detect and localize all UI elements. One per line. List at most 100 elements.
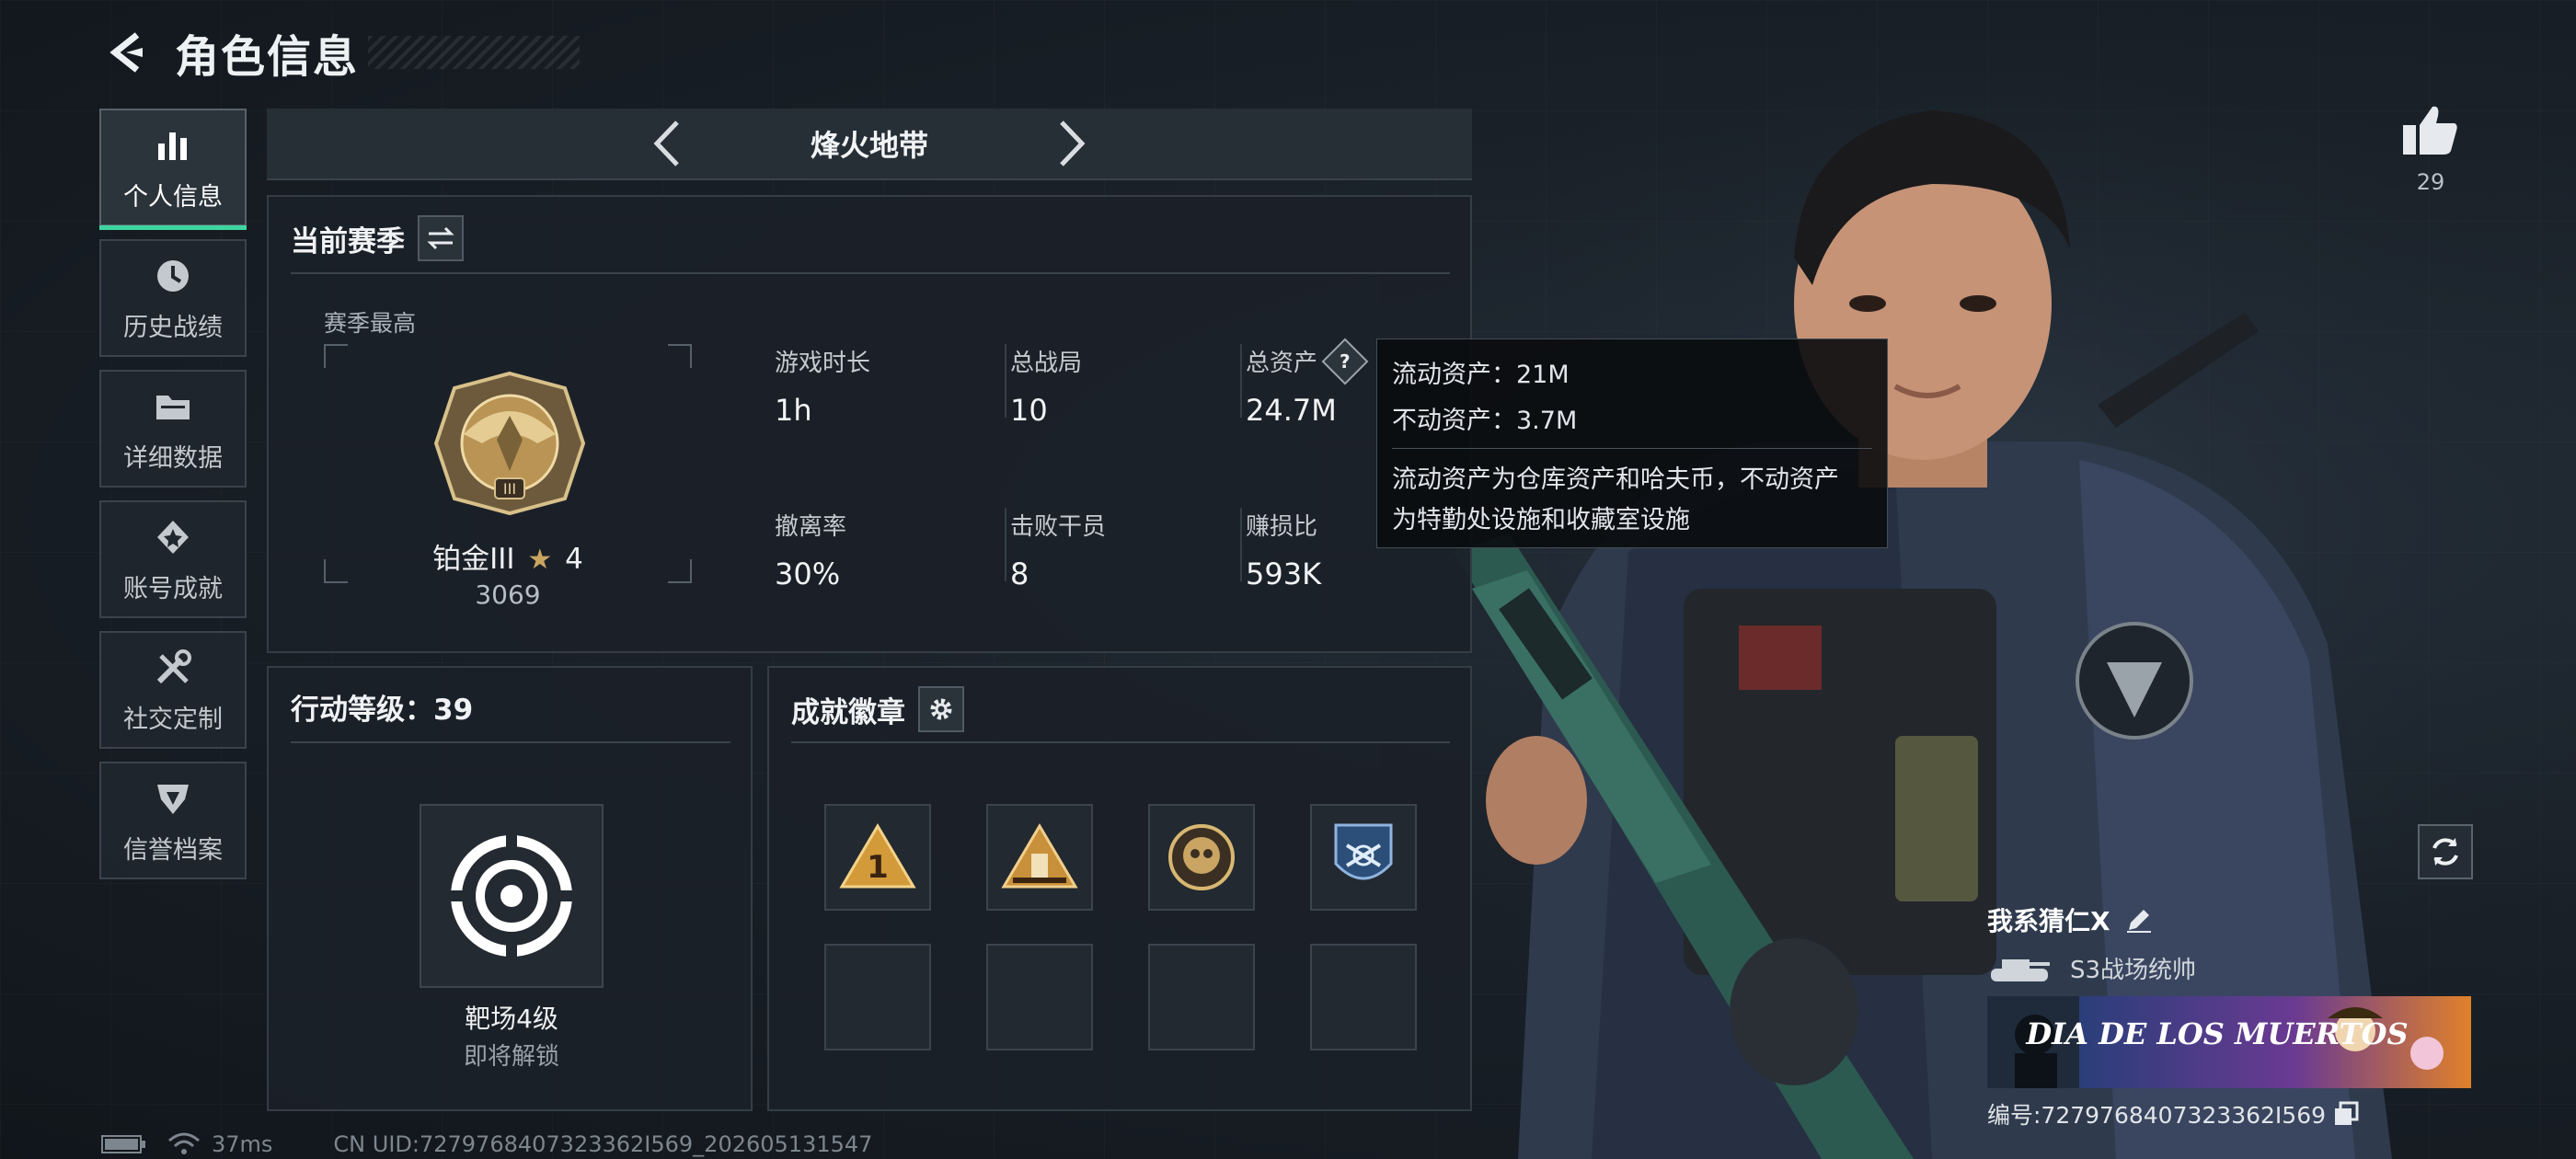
refresh-icon — [2432, 838, 2458, 866]
badge-slot[interactable] — [1148, 804, 1255, 911]
header: 角色信息 — [99, 20, 581, 85]
skull-medal-badge-icon — [1168, 824, 1235, 890]
sidebar-item-label: 社交定制 — [123, 705, 223, 734]
tooltip-description-line: 流动资产为仓库资产和哈夫币，不动资产 — [1392, 465, 1839, 494]
back-arrow-icon — [109, 32, 143, 73]
level-reward-slot[interactable] — [420, 804, 604, 988]
level-title: 行动等级：39 — [291, 694, 474, 727]
swap-icon — [427, 226, 454, 250]
battery-icon — [101, 1135, 145, 1153]
player-name: 我系猜仁X — [1987, 901, 2502, 938]
status-bar: 37ms CN UID:7279768407323362I569_2026051… — [101, 1131, 872, 1157]
svg-text:1: 1 — [867, 849, 889, 886]
help-icon: ? — [1340, 350, 1351, 373]
wifi-icon — [168, 1132, 200, 1154]
gear-icon — [930, 698, 952, 720]
sidebar-item-detailed-data[interactable]: 详细数据 — [99, 370, 247, 488]
help-button[interactable]: ? — [1321, 338, 1369, 384]
stat-kills: 击败干员 8 — [1010, 508, 1231, 591]
sidebar-item-label: 账号成就 — [123, 574, 223, 603]
badge-settings-button[interactable] — [918, 686, 964, 732]
stat-value: 1h — [775, 393, 812, 428]
banner-image: DIA DE LOS MUERTOS — [1987, 996, 2471, 1088]
mode-next-button[interactable] — [1044, 116, 1099, 171]
mode-title: 烽火地带 — [810, 128, 928, 163]
edit-name-button[interactable] — [2125, 906, 2153, 934]
stat-label: 总战局 — [1010, 350, 1083, 377]
chevron-right-icon — [1060, 120, 1086, 166]
season-title-text: 当前赛季 — [291, 224, 405, 258]
player-name-text: 我系猜仁X — [1987, 906, 2110, 936]
svg-text:III: III — [503, 480, 516, 498]
sidebar-item-personal-info[interactable]: 个人信息 — [99, 109, 247, 230]
tank-icon — [1991, 958, 2050, 981]
badge-slot-empty[interactable] — [1148, 944, 1255, 1050]
stat-separator — [1240, 344, 1242, 418]
badge-slot-empty[interactable] — [986, 944, 1093, 1050]
badge-slot[interactable] — [986, 804, 1093, 911]
rank-score: 3069 — [475, 580, 541, 610]
tooltip-fixed-assets: 不动资产：3.7M — [1392, 407, 1578, 435]
mode-prev-button[interactable] — [639, 116, 695, 171]
folder-icon — [151, 384, 195, 429]
mode-selector: 烽火地带 — [267, 109, 1472, 180]
badge-slot[interactable] — [1310, 804, 1417, 911]
sidebar-item-label: 详细数据 — [123, 443, 223, 473]
clock-icon — [151, 254, 195, 298]
sidebar-item-label: 信誉档案 — [123, 835, 223, 865]
stat-label: 游戏时长 — [775, 350, 871, 377]
sidebar-item-social-custom[interactable]: 社交定制 — [99, 631, 247, 749]
divider — [291, 741, 730, 743]
tooltip-divider — [1392, 448, 1872, 449]
badge-slot-empty[interactable] — [824, 944, 931, 1050]
platinum-rank-icon: III — [433, 371, 586, 516]
sidebar: 个人信息 历史战绩 详细数据 账号成就 社交定制 信誉档案 — [99, 109, 247, 892]
stat-value: 10 — [1010, 393, 1048, 428]
copy-icon — [2335, 1101, 2359, 1125]
stat-separator — [1005, 344, 1006, 418]
player-banner[interactable]: DIA DE LOS MUERTOS — [1987, 996, 2471, 1088]
action-level-panel: 行动等级：39 靶场4级 即将解锁 — [267, 666, 753, 1111]
target-icon — [447, 832, 576, 960]
rank-name: 铂金III ★ 4 — [324, 535, 692, 577]
page-title: 角色信息 — [175, 31, 360, 83]
badges-title: 成就徽章 — [791, 686, 964, 732]
season-best-label: 赛季最高 — [324, 310, 417, 337]
stat-value: 593K — [1246, 557, 1322, 591]
stat-extraction-rate: 撤离率 30% — [775, 508, 995, 591]
season-switch-button[interactable] — [418, 215, 464, 261]
player-profile: 我系猜仁X S3战场统帅 DIA DE LOS MUERTOS 编号:72797… — [1987, 901, 2502, 1130]
like-count: 29 — [2416, 169, 2445, 195]
frame-corner — [324, 344, 348, 368]
header-decoration — [368, 36, 581, 69]
rank-stars: 4 — [565, 543, 583, 576]
badge-slot-empty[interactable] — [1310, 944, 1417, 1050]
stat-total-matches: 总战局 10 — [1010, 344, 1231, 428]
assets-tooltip: 流动资产：21M 不动资产：3.7M 流动资产为仓库资产和哈夫币，不动资产 为特… — [1376, 339, 1888, 548]
pyramid-badge-icon — [1001, 823, 1078, 889]
player-id: 编号:7279768407323362I569 — [1987, 1097, 2502, 1130]
chevron-left-icon — [653, 120, 679, 166]
sidebar-item-label: 个人信息 — [123, 182, 223, 212]
player-title: S3战场统帅 — [1987, 951, 2502, 985]
divider — [791, 741, 1450, 743]
sidebar-item-history[interactable]: 历史战绩 — [99, 239, 247, 357]
divider — [291, 272, 1450, 274]
tools-icon — [151, 646, 195, 690]
blue-shield-badge-icon — [1334, 823, 1393, 880]
achievement-badges-panel: 成就徽章 1 — [767, 666, 1472, 1111]
back-button[interactable] — [99, 25, 155, 80]
frame-corner — [668, 344, 692, 368]
achievement-icon — [151, 515, 195, 559]
sidebar-item-reputation[interactable]: 信誉档案 — [99, 762, 247, 879]
banner-text: DIA DE LOS MUERTOS — [2025, 1016, 2408, 1051]
copy-id-button[interactable] — [2333, 1101, 2359, 1127]
like-button[interactable]: 29 — [2396, 103, 2466, 195]
tooltip-liquid-assets: 流动资产：21M — [1392, 361, 1570, 389]
refresh-button[interactable] — [2418, 824, 2473, 879]
player-title-text: S3战场统帅 — [2070, 957, 2197, 984]
badge-slot[interactable]: 1 — [824, 804, 931, 911]
stat-label: 击败干员 — [1010, 513, 1107, 541]
badges-title-text: 成就徽章 — [791, 695, 905, 729]
sidebar-item-achievements[interactable]: 账号成就 — [99, 500, 247, 618]
